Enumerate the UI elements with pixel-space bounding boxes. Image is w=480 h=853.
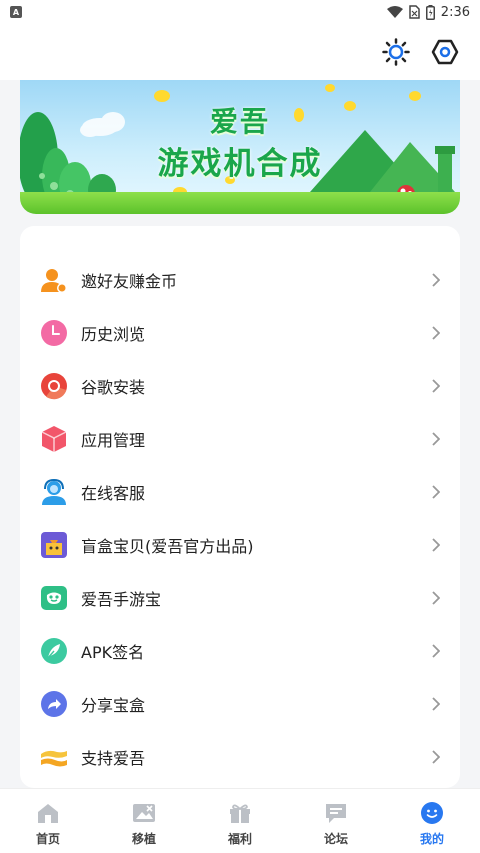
menu-item-support[interactable]: 支持爱吾 (20, 730, 460, 783)
customer-service-icon (40, 478, 68, 506)
tab-home[interactable]: 首页 (0, 789, 96, 853)
chevron-right-icon (430, 272, 442, 288)
no-sim-icon (409, 5, 420, 19)
chevron-right-icon (430, 484, 442, 500)
settings-icon[interactable] (430, 37, 460, 67)
chevron-right-icon (430, 590, 442, 606)
chevron-right-icon (430, 537, 442, 553)
tab-label-home: 首页 (35, 832, 60, 846)
menu-label-game-assistant: 爱吾手游宝 (81, 589, 162, 609)
status-bar: A 2:36 (0, 0, 480, 24)
tab-label-welfare: 福利 (227, 832, 252, 846)
tab-label-forum: 论坛 (323, 832, 348, 846)
home-icon (36, 801, 60, 825)
port-image-icon (132, 801, 156, 825)
menu-card: 邀好友赚金币 历史浏览 谷歌安装 应用管理 在线客服 盲盒宝贝(爱吾官方出品) … (20, 226, 460, 788)
menu-label-google-install: 谷歌安装 (81, 377, 146, 397)
banner-grass (20, 192, 460, 214)
menu-label-apk-sign: APK签名 (81, 642, 145, 662)
game-assistant-icon (40, 584, 68, 612)
chevron-right-icon (430, 696, 442, 712)
battery-icon (425, 4, 435, 20)
menu-item-history[interactable]: 历史浏览 (20, 306, 460, 359)
menu-item-apk-sign[interactable]: APK签名 (20, 624, 460, 677)
menu-item-google-install[interactable]: 谷歌安装 (20, 359, 460, 412)
menu-item-share-box[interactable]: 分享宝盒 (20, 677, 460, 730)
menu-label-share-box: 分享宝盒 (81, 695, 146, 715)
menu-item-invite[interactable]: 邀好友赚金币 (20, 253, 460, 306)
tab-welfare[interactable]: 福利 (192, 789, 288, 853)
wifi-icon (386, 6, 403, 18)
chevron-right-icon (430, 325, 442, 341)
chevron-right-icon (430, 431, 442, 447)
banner-title-line2: 游戏机合成 (157, 146, 323, 182)
menu-label-history: 历史浏览 (81, 324, 146, 344)
blind-box-icon (40, 531, 68, 559)
tab-port[interactable]: 移植 (96, 789, 192, 853)
profile-icon (420, 801, 444, 825)
google-chrome-icon (40, 372, 68, 400)
brightness-icon[interactable] (381, 37, 411, 67)
invite-user-icon (40, 266, 68, 294)
feather-sign-icon (40, 637, 68, 665)
menu-label-blind-box: 盲盒宝贝(爱吾官方出品) (81, 536, 254, 556)
tab-mine[interactable]: 我的 (384, 789, 480, 853)
menu-item-app-management[interactable]: 应用管理 (20, 412, 460, 465)
menu-item-game-assistant[interactable]: 爱吾手游宝 (20, 571, 460, 624)
app-box-icon (40, 425, 68, 453)
support-hands-icon (40, 743, 68, 771)
promo-banner[interactable]: 爱吾 游戏机合成 (20, 80, 460, 214)
top-bar (0, 24, 480, 80)
gift-icon (228, 801, 252, 825)
history-clock-icon (40, 319, 68, 347)
menu-label-app-management: 应用管理 (81, 430, 146, 450)
tab-forum[interactable]: 论坛 (288, 789, 384, 853)
chevron-right-icon (430, 749, 442, 765)
menu-label-customer-service: 在线客服 (81, 483, 146, 503)
chevron-right-icon (430, 378, 442, 394)
banner-title-line1: 爱吾 (209, 105, 270, 138)
notification-icon: A (10, 6, 22, 18)
menu-label-support: 支持爱吾 (81, 748, 146, 768)
menu-label-invite: 邀好友赚金币 (81, 271, 178, 291)
menu-item-customer-service[interactable]: 在线客服 (20, 465, 460, 518)
tab-label-mine: 我的 (419, 832, 444, 846)
menu-item-blind-box[interactable]: 盲盒宝贝(爱吾官方出品) (20, 518, 460, 571)
tab-label-port: 移植 (131, 832, 156, 846)
chevron-right-icon (430, 643, 442, 659)
status-time: 2:36 (440, 4, 470, 20)
share-icon (40, 690, 68, 718)
forum-icon (324, 801, 348, 825)
bottom-tab-bar: 首页 移植 福利 论坛 我的 (0, 788, 480, 853)
